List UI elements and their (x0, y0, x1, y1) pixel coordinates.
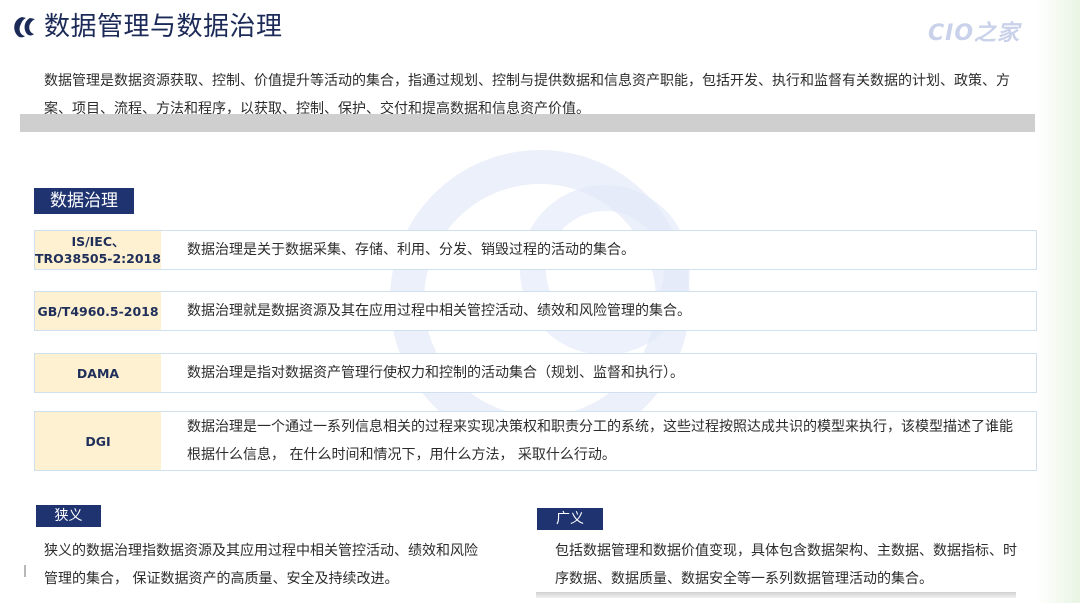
bottom-shadow (536, 592, 1016, 598)
definition-text: 数据治理是关于数据采集、存储、利用、分发、销毁过程的活动的集合。 (187, 242, 635, 258)
definition-row: IS/IEC、 TRO38505-2:2018 数据治理是关于数据采集、存储、利… (34, 230, 1037, 270)
logo-icon (14, 17, 35, 38)
section-tag-governance: 数据治理 (34, 188, 134, 214)
definition-label: DAMA (35, 354, 161, 392)
definition-text: 数据治理就是数据资源及其在应用过程中相关管控活动、绩效和风险管理的集合。 (187, 303, 691, 319)
brand-watermark: CIO之家 (928, 21, 1021, 46)
page-title: 数据管理与数据治理 (44, 12, 283, 42)
definition-row: DGI 数据治理是一个通过一系列信息相关的过程来实现决策权和职责分工的系统，这些… (34, 411, 1037, 471)
broad-definition: 包括数据管理和数据价值变现，具体包含数据架构、主数据、数据指标、时序数据、数据质… (555, 543, 1017, 587)
definition-row: GB/T4960.5-2018 数据治理就是数据资源及其在应用过程中相关管控活动… (34, 291, 1037, 331)
tag-broad: 广义 (537, 508, 603, 530)
tag-narrow: 狭义 (36, 505, 101, 527)
definition-text: 数据治理是指对数据资产管理行使权力和控制的活动集合（规划、监督和执行）。 (187, 365, 684, 381)
definition-row: DAMA 数据治理是指对数据资产管理行使权力和控制的活动集合（规划、监督和执行）… (34, 353, 1037, 393)
margin-mark (24, 565, 26, 577)
narrow-definition: 狭义的数据治理指数据资源及其应用过程中相关管控活动、绩效和风险管理的集合， 保证… (44, 543, 478, 587)
definition-label: IS/IEC、 TRO38505-2:2018 (35, 231, 161, 269)
definition-label: DGI (35, 412, 161, 470)
divider-bar (20, 114, 1035, 132)
definition-text: 数据治理是一个通过一系列信息相关的过程来实现决策权和职责分工的系统，这些过程按照… (187, 419, 1013, 463)
definition-label: GB/T4960.5-2018 (35, 292, 161, 330)
